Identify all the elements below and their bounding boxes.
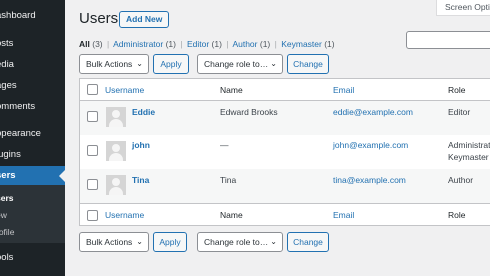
change-button-bottom[interactable]: Change: [287, 232, 329, 252]
chevron-down-icon: ⌄: [270, 59, 277, 68]
bulk-actions-value: Bulk Actions: [86, 237, 133, 247]
role-filter-links: All (3) | Administrator (1) | Editor (1)…: [79, 39, 335, 49]
users-submenu: sers ew rofile: [0, 185, 65, 243]
row-checkbox[interactable]: [87, 111, 98, 122]
user-name: Edward Brooks: [220, 107, 278, 117]
users-table: Username Name Email Role Eddie Edward Br…: [79, 78, 490, 226]
column-footer-username[interactable]: Username: [105, 210, 144, 220]
user-avatar-icon: [106, 107, 126, 127]
menu-appearance[interactable]: ppearance: [0, 124, 65, 144]
column-footer-name: Name: [220, 210, 243, 220]
filter-keymaster-count: (1): [324, 39, 335, 49]
chevron-down-icon: ⌄: [136, 59, 143, 68]
filter-keymaster[interactable]: Keymaster: [281, 39, 322, 49]
column-header-name: Name: [220, 85, 243, 95]
change-button-top[interactable]: Change: [287, 54, 329, 74]
menu-tools-label: ools: [0, 252, 14, 263]
apply-button-bottom[interactable]: Apply: [153, 232, 187, 252]
chevron-down-icon: ⌄: [136, 237, 143, 246]
table-row: john — john@example.com Administrat Keym…: [80, 135, 490, 169]
user-email-link[interactable]: john@example.com: [333, 140, 408, 150]
chevron-down-icon: ⌄: [270, 237, 277, 246]
bulk-actions-value: Bulk Actions: [86, 59, 133, 69]
filter-author-count: (1): [259, 39, 271, 49]
menu-users-label: sers: [0, 170, 16, 181]
menu-tools[interactable]: ools: [0, 248, 65, 268]
row-checkbox[interactable]: [87, 179, 98, 190]
current-menu-arrow: [59, 170, 65, 182]
menu-dashboard[interactable]: ashboard: [0, 6, 65, 26]
apply-button-top[interactable]: Apply: [153, 54, 189, 74]
table-row: Tina Tina tina@example.com Author: [80, 169, 490, 203]
column-header-username[interactable]: Username: [105, 85, 144, 95]
submenu-all-users[interactable]: sers: [0, 193, 14, 203]
column-header-email[interactable]: Email: [333, 85, 354, 95]
filter-separator: |: [226, 39, 229, 49]
filter-all-count: (3): [92, 39, 103, 49]
screen-options-button[interactable]: Screen Optio: [436, 0, 490, 16]
change-role-value: Change role to…: [204, 237, 269, 247]
menu-media[interactable]: edia: [0, 55, 65, 75]
filter-separator: |: [274, 39, 277, 49]
filter-administrator-count: (1): [165, 39, 176, 49]
username-link[interactable]: Tina: [132, 175, 149, 185]
username-link[interactable]: Eddie: [132, 107, 155, 117]
bulk-actions-select-bottom[interactable]: Bulk Actions ⌄: [79, 232, 149, 252]
filter-administrator[interactable]: Administrator: [113, 39, 163, 49]
row-checkbox[interactable]: [87, 145, 98, 156]
menu-dashboard-label: ashboard: [0, 10, 36, 21]
select-all-checkbox[interactable]: [87, 84, 98, 95]
submenu-profile[interactable]: rofile: [0, 227, 14, 237]
filter-separator: |: [180, 39, 183, 49]
menu-plugins-label: lugins: [0, 149, 21, 160]
menu-media-label: edia: [0, 59, 14, 70]
user-name: —: [220, 140, 229, 150]
menu-comments[interactable]: omments: [0, 97, 65, 117]
admin-sidebar: ashboard osts edia ages omments ppearanc…: [0, 0, 65, 276]
column-footer-role: Role: [448, 210, 466, 220]
column-header-role: Role: [448, 85, 466, 95]
user-name: Tina: [220, 175, 237, 185]
user-avatar-icon: [106, 141, 126, 161]
menu-comments-label: omments: [0, 101, 36, 112]
menu-posts[interactable]: osts: [0, 34, 65, 54]
table-footer-row: Username Name Email Role: [80, 203, 490, 226]
user-role: Administrat: [448, 140, 490, 150]
filter-author[interactable]: Author: [232, 39, 257, 49]
user-email-link[interactable]: eddie@example.com: [333, 107, 413, 117]
menu-plugins[interactable]: lugins: [0, 145, 65, 165]
user-avatar-icon: [106, 175, 126, 195]
change-role-select-bottom[interactable]: Change role to… ⌄: [197, 232, 283, 252]
user-search-input[interactable]: [406, 31, 490, 49]
menu-users[interactable]: sers: [0, 166, 65, 186]
table-row: Eddie Edward Brooks eddie@example.com Ed…: [80, 101, 490, 135]
filter-editor[interactable]: Editor: [187, 39, 209, 49]
menu-posts-label: osts: [0, 38, 14, 49]
table-header-row: Username Name Email Role: [80, 79, 490, 101]
select-all-checkbox-footer[interactable]: [87, 210, 98, 221]
filter-editor-count: (1): [211, 39, 222, 49]
user-role: Editor: [448, 107, 471, 117]
user-role: Author: [448, 175, 474, 185]
user-role-secondary: Keymaster: [448, 152, 489, 162]
bulk-actions-select-top[interactable]: Bulk Actions ⌄: [79, 54, 149, 74]
menu-pages[interactable]: ages: [0, 76, 65, 96]
add-new-user-button[interactable]: Add New: [119, 11, 170, 28]
filter-all[interactable]: All: [79, 39, 90, 49]
change-role-select-top[interactable]: Change role to… ⌄: [197, 54, 283, 74]
menu-pages-label: ages: [0, 80, 17, 91]
menu-appearance-label: ppearance: [0, 128, 41, 139]
username-link[interactable]: john: [132, 140, 150, 150]
user-email-link[interactable]: tina@example.com: [333, 175, 406, 185]
submenu-add-new[interactable]: ew: [0, 210, 7, 220]
change-role-value: Change role to…: [204, 59, 269, 69]
column-footer-email[interactable]: Email: [333, 210, 354, 220]
page-title: Users: [79, 10, 119, 27]
filter-separator: |: [107, 39, 110, 49]
